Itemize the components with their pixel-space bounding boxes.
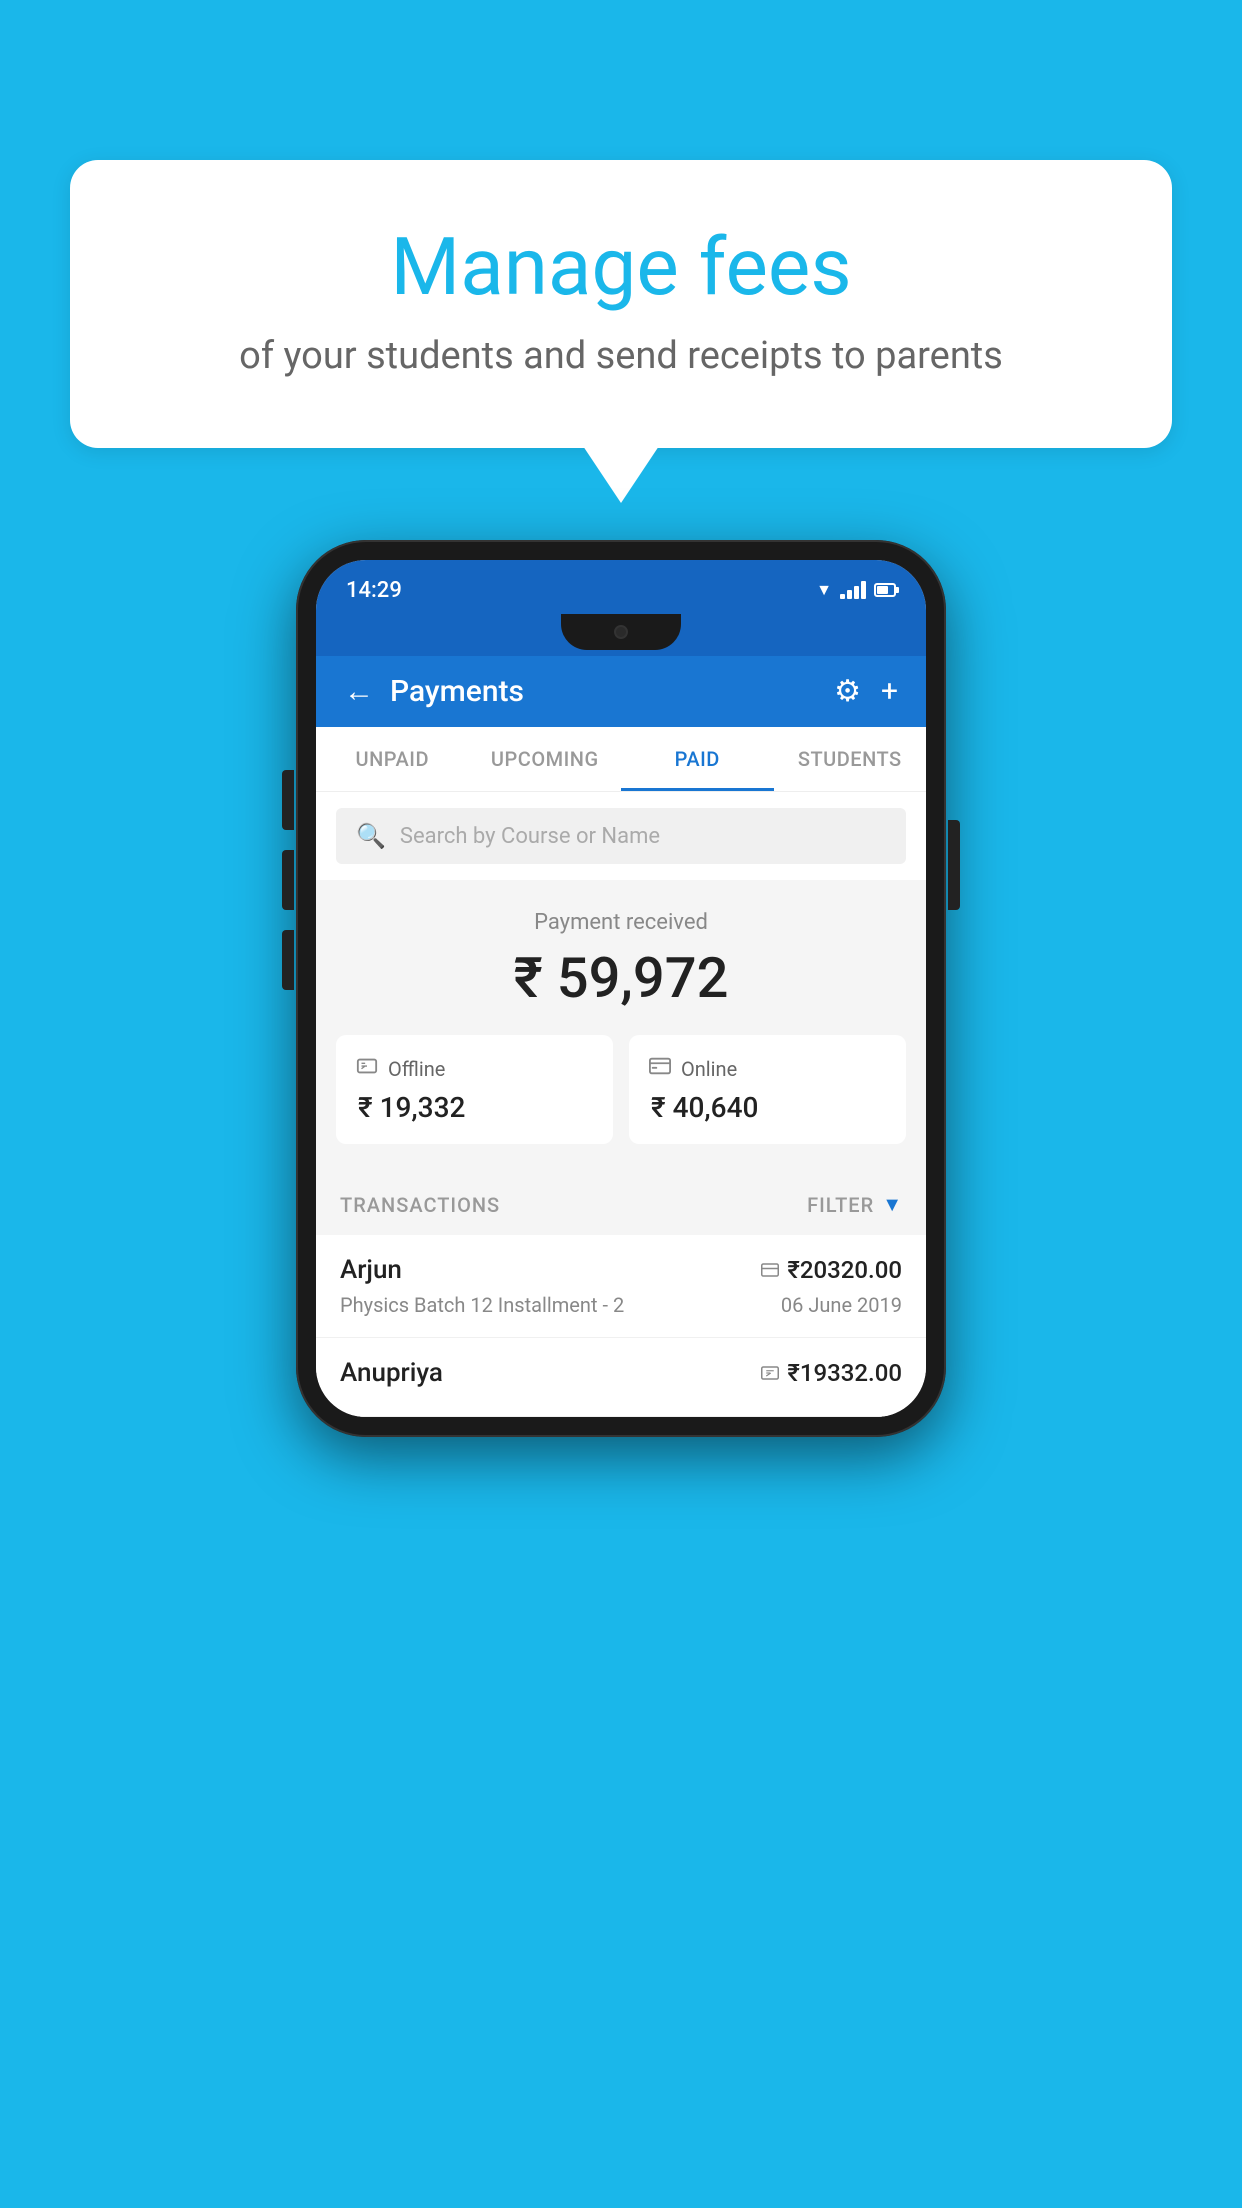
payment-cards: Offline ₹ 19,332 xyxy=(336,1035,906,1144)
tab-upcoming[interactable]: UPCOMING xyxy=(469,727,622,791)
payment-total-amount: ₹ 59,972 xyxy=(336,945,906,1011)
battery-icon xyxy=(874,583,896,597)
status-icons: ▼ xyxy=(816,580,896,600)
phone-screen: 14:29 ▼ xyxy=(316,560,926,1417)
offline-card-header: Offline xyxy=(356,1055,445,1083)
tab-unpaid[interactable]: UNPAID xyxy=(316,727,469,791)
speech-bubble: Manage fees of your students and send re… xyxy=(70,160,1172,448)
tab-paid[interactable]: PAID xyxy=(621,727,774,791)
transactions-header: TRANSACTIONS FILTER ▼ xyxy=(316,1174,926,1235)
transaction-main-arjun: Arjun ₹20320.00 xyxy=(340,1255,902,1285)
online-card-header: Online xyxy=(649,1055,737,1083)
table-row[interactable]: Anupriya ₹19332.00 xyxy=(316,1338,926,1417)
transaction-amount: ₹20320.00 xyxy=(787,1256,902,1284)
status-time: 14:29 xyxy=(346,578,402,603)
offline-icon xyxy=(356,1055,378,1083)
filter-icon: ▼ xyxy=(882,1192,902,1217)
transaction-sub-arjun: Physics Batch 12 Installment - 2 06 June… xyxy=(340,1293,902,1317)
phone-outer: 14:29 ▼ xyxy=(296,540,946,1437)
tabs-container: UNPAID UPCOMING PAID STUDENTS xyxy=(316,727,926,792)
app-header: ← Payments ⚙ + xyxy=(316,656,926,727)
payment-received-label: Payment received xyxy=(336,910,906,935)
search-container: 🔍 Search by Course or Name xyxy=(316,792,926,880)
wifi-icon: ▼ xyxy=(816,580,832,600)
page-title: Payments xyxy=(390,674,524,709)
payment-summary: Payment received ₹ 59,972 xyxy=(316,880,926,1174)
offline-card: Offline ₹ 19,332 xyxy=(336,1035,613,1144)
online-amount: ₹ 40,640 xyxy=(651,1091,758,1124)
credit-card-icon xyxy=(761,1258,779,1282)
transaction-course: Physics Batch 12 Installment - 2 xyxy=(340,1293,624,1317)
front-camera xyxy=(614,625,628,639)
search-input[interactable]: Search by Course or Name xyxy=(400,824,660,849)
header-right: ⚙ + xyxy=(834,674,898,709)
add-button[interactable]: + xyxy=(881,674,898,709)
signal-icon xyxy=(840,581,866,599)
offline-amount: ₹ 19,332 xyxy=(358,1091,465,1124)
header-left: ← Payments xyxy=(344,674,524,709)
transaction-main-anupriya: Anupriya ₹19332.00 xyxy=(340,1358,902,1388)
phone-device: 14:29 ▼ xyxy=(296,540,946,1437)
transaction-amount-container: ₹20320.00 xyxy=(761,1256,902,1284)
transaction-date: 06 June 2019 xyxy=(781,1293,902,1317)
search-icon: 🔍 xyxy=(356,822,386,850)
transaction-name: Arjun xyxy=(340,1255,402,1285)
transaction-name: Anupriya xyxy=(340,1358,443,1388)
table-row[interactable]: Arjun ₹20320.00 Physics Batch 12 Install… xyxy=(316,1235,926,1338)
settings-button[interactable]: ⚙ xyxy=(834,674,861,709)
filter-label: FILTER xyxy=(807,1193,874,1217)
notch-area xyxy=(316,614,926,656)
status-bar: 14:29 ▼ xyxy=(316,560,926,614)
offline-label: Offline xyxy=(388,1057,445,1081)
filter-container[interactable]: FILTER ▼ xyxy=(807,1192,902,1217)
transaction-amount-container: ₹19332.00 xyxy=(761,1359,902,1387)
search-bar[interactable]: 🔍 Search by Course or Name xyxy=(336,808,906,864)
rupee-card-icon xyxy=(761,1361,779,1385)
notch xyxy=(561,614,681,650)
transaction-amount: ₹19332.00 xyxy=(787,1359,902,1387)
back-button[interactable]: ← xyxy=(344,674,374,709)
bubble-subtitle: of your students and send receipts to pa… xyxy=(130,334,1112,378)
transactions-label: TRANSACTIONS xyxy=(340,1193,500,1217)
tab-students[interactable]: STUDENTS xyxy=(774,727,927,791)
bubble-title: Manage fees xyxy=(130,220,1112,314)
online-label: Online xyxy=(681,1057,737,1081)
online-icon xyxy=(649,1055,671,1083)
online-card: Online ₹ 40,640 xyxy=(629,1035,906,1144)
